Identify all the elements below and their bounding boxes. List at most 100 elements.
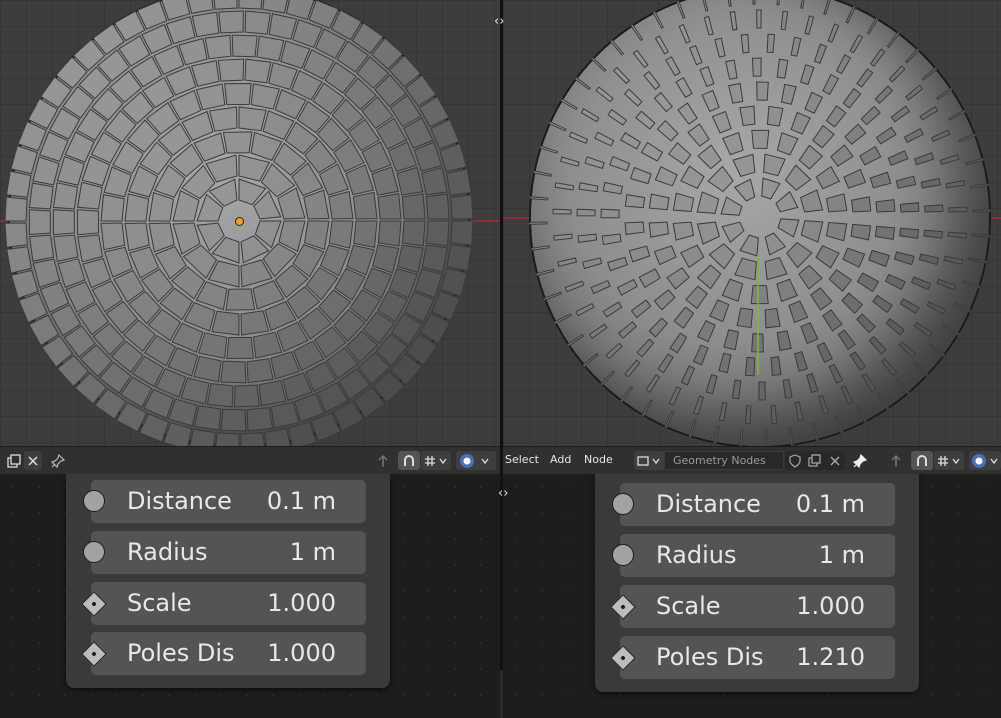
mesh-tile <box>5 170 32 198</box>
mesh-tile <box>397 244 424 274</box>
node-body[interactable]: Distance 0.1 m Radius 1 m Scale 1.000 Po… <box>595 474 919 692</box>
mesh-tile <box>250 83 281 110</box>
split-arrows-icon[interactable]: ‹› <box>494 14 504 29</box>
menu-select[interactable]: Select <box>505 453 539 466</box>
mesh-tile <box>53 234 79 263</box>
socket-circle[interactable] <box>612 544 634 566</box>
socket-diamond[interactable] <box>610 645 636 671</box>
field-label: Poles Dis <box>656 643 764 671</box>
viewport-left[interactable] <box>0 0 500 446</box>
split-arrows-icon[interactable]: ‹› <box>498 486 508 501</box>
mesh-tile <box>776 58 789 79</box>
mesh-tile <box>685 285 708 310</box>
y-axis-line <box>757 255 759 375</box>
input-radius[interactable]: Radius 1 m <box>83 531 366 574</box>
mesh-tile <box>842 87 862 109</box>
mesh-tile <box>450 220 474 246</box>
mesh-tile <box>439 143 468 173</box>
mesh-tile <box>699 66 715 88</box>
duplicate-icon[interactable] <box>805 451 825 470</box>
mesh-tile <box>574 76 592 91</box>
mesh-tile <box>672 221 695 241</box>
mesh-tile <box>868 249 891 268</box>
mesh-tile <box>798 144 824 170</box>
overlay-icon[interactable] <box>969 451 1001 470</box>
menu-node[interactable]: Node <box>584 453 613 466</box>
input-distance[interactable]: Distance 0.1 m <box>83 480 366 523</box>
mesh-tile <box>876 392 890 411</box>
snap-target-icon[interactable] <box>934 451 964 470</box>
input-radius[interactable]: Radius 1 m <box>612 534 895 577</box>
mesh-tile <box>945 180 966 189</box>
mesh-tile <box>718 401 728 422</box>
node-editor-left[interactable]: Distance 0.1 m Radius 1 m Scale 1.000 Po… <box>0 474 500 718</box>
mesh-tile <box>709 299 730 323</box>
mesh-tile <box>641 399 654 418</box>
mesh-tile <box>926 301 946 315</box>
close-icon[interactable] <box>24 451 42 470</box>
mesh-tile <box>193 355 222 383</box>
fake-user-shield-icon[interactable] <box>785 451 805 470</box>
input-poles-dis[interactable]: Poles Dis 1.000 <box>81 632 366 675</box>
menu-add[interactable]: Add <box>550 453 571 466</box>
mesh-tile <box>630 23 644 42</box>
viewport-right[interactable] <box>503 0 1001 446</box>
snap-icon[interactable] <box>911 451 933 470</box>
mesh-tile <box>800 0 805 9</box>
mesh-tile <box>899 227 920 239</box>
field-value: 1.000 <box>267 589 336 617</box>
pin-icon[interactable] <box>48 451 68 470</box>
node-body[interactable]: Distance 0.1 m Radius 1 m Scale 1.000 Po… <box>66 474 390 688</box>
mesh-tile <box>790 111 811 135</box>
mesh-tile <box>188 0 214 14</box>
mesh-tile <box>861 373 877 392</box>
socket-circle[interactable] <box>83 541 105 563</box>
mesh-tile <box>953 302 972 313</box>
socket-circle[interactable] <box>612 493 634 515</box>
parent-icon[interactable] <box>373 451 393 470</box>
mesh-tile <box>942 323 961 336</box>
area-divider-handle[interactable] <box>500 670 503 718</box>
socket-diamond[interactable] <box>610 594 636 620</box>
field-label: Distance <box>656 490 761 518</box>
mesh-tile <box>860 105 881 126</box>
pin-icon[interactable] <box>850 451 870 470</box>
mesh-tile <box>238 0 263 10</box>
mesh-tile <box>905 84 924 101</box>
mesh-tile <box>728 82 744 104</box>
overlay-icon[interactable] <box>456 451 496 470</box>
parent-icon[interactable] <box>886 451 906 470</box>
input-scale[interactable]: Scale 1.000 <box>81 582 366 625</box>
input-poles-dis[interactable]: Poles Dis 1.210 <box>610 636 895 679</box>
mesh-tile <box>624 221 645 235</box>
mesh-tile <box>887 150 909 166</box>
mesh-tile <box>425 193 450 220</box>
socket-circle[interactable] <box>83 490 105 512</box>
mesh-tile <box>76 209 100 236</box>
mesh-tile <box>377 193 402 220</box>
close-icon[interactable] <box>825 451 845 470</box>
snap-target-icon[interactable] <box>421 451 451 470</box>
mesh-tile <box>584 156 605 170</box>
node-editor-right[interactable]: Distance 0.1 m Radius 1 m Scale 1.000 Po… <box>503 474 1001 718</box>
editor-type-icon[interactable] <box>634 451 664 470</box>
mesh-tile <box>654 35 669 55</box>
mesh-tile <box>756 81 769 101</box>
mesh-tile <box>766 105 784 127</box>
mesh-tile <box>372 244 400 274</box>
mesh-tile <box>557 257 577 267</box>
node-tree-icon[interactable] <box>4 451 24 470</box>
mesh-tile <box>761 177 781 200</box>
socket-diamond[interactable] <box>81 591 107 617</box>
mesh-tile <box>124 222 150 252</box>
mesh-tile <box>204 34 232 60</box>
node-tree-name-field[interactable]: Geometry Nodes <box>664 451 784 470</box>
socket-diamond[interactable] <box>81 641 107 667</box>
mesh-tile <box>721 278 744 302</box>
mesh-tile <box>226 336 254 360</box>
snap-icon[interactable] <box>398 451 420 470</box>
mesh-tile <box>888 65 906 83</box>
mesh-tile <box>601 233 622 246</box>
input-scale[interactable]: Scale 1.000 <box>610 585 895 628</box>
input-distance[interactable]: Distance 0.1 m <box>612 483 895 526</box>
